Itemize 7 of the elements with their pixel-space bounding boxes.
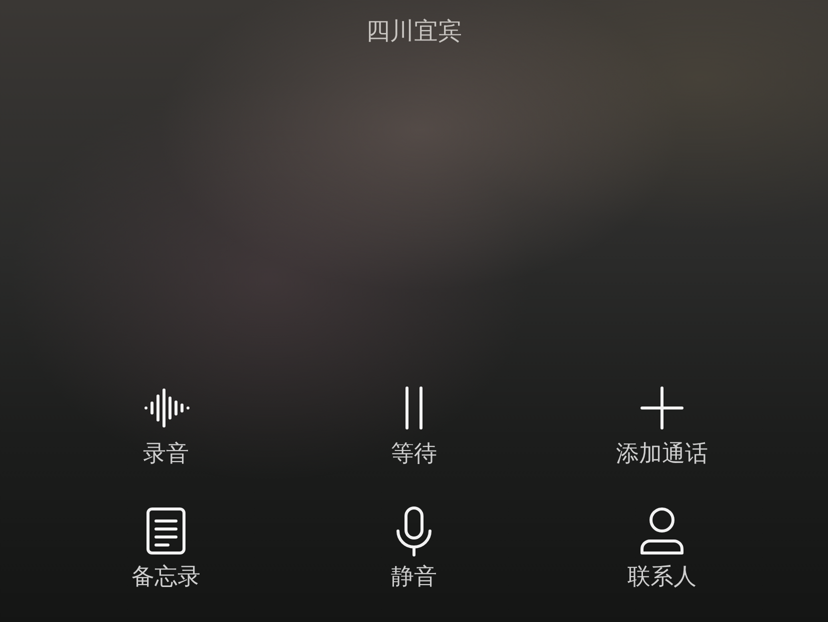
location-label: 四川宜宾 (366, 16, 462, 47)
call-action-button[interactable]: 等待 (290, 382, 538, 468)
call-action-button[interactable]: 备忘录 (42, 505, 290, 591)
call-action-button[interactable]: 静音 (290, 505, 538, 591)
call-action-button[interactable]: 添加通话 (538, 382, 786, 468)
call-action-button[interactable]: 联系人 (538, 505, 786, 591)
call-action-button[interactable]: 录音 (42, 382, 290, 468)
